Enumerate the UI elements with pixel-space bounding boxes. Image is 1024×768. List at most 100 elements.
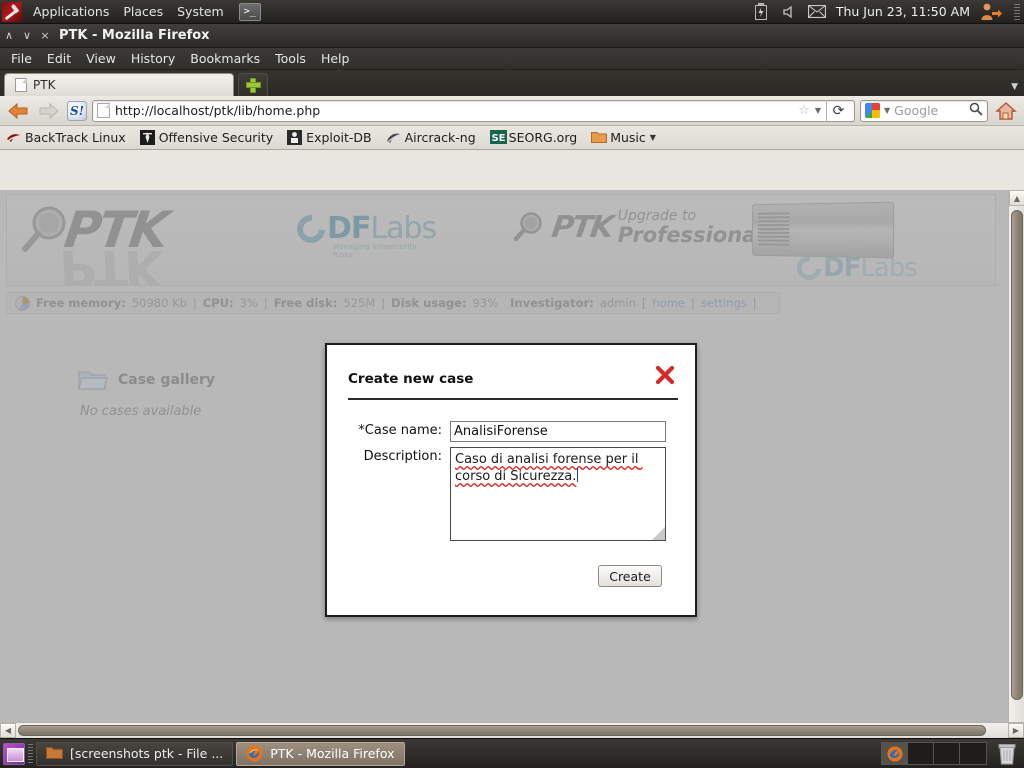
search-icon[interactable]: [969, 102, 983, 119]
search-input[interactable]: Google: [894, 103, 965, 118]
window-titlebar: ∧ ∨ × PTK - Mozilla Firefox: [0, 24, 1024, 48]
window-title: PTK - Mozilla Firefox: [59, 28, 210, 43]
backtrack-logo-icon[interactable]: [2, 1, 22, 22]
workspace-1[interactable]: [882, 743, 908, 764]
bookmark-label: Music: [610, 130, 646, 145]
bookmark-aircrack-ng[interactable]: Aircrack-ng: [386, 130, 476, 145]
google-icon[interactable]: [865, 103, 880, 118]
close-icon[interactable]: [655, 365, 675, 385]
case-name-input[interactable]: [450, 421, 666, 442]
task-button-file-manager[interactable]: [screenshots ptk - File ...: [36, 741, 234, 766]
screen: Applications Places System >_ Thu Jun 23…: [0, 0, 1024, 768]
bookmark-folder-music[interactable]: Music ▼: [591, 130, 656, 145]
url-dropdown-chevron-down-icon[interactable]: ▼: [815, 106, 821, 115]
bookmark-label: Exploit-DB: [306, 130, 372, 145]
menu-bar: File Edit View History Bookmarks Tools H…: [0, 48, 1024, 70]
create-button[interactable]: Create: [598, 565, 662, 587]
scroll-left-arrow-icon[interactable]: ◀: [0, 723, 16, 738]
horizontal-scrollbar[interactable]: ◀ ▶: [0, 722, 1024, 738]
bookmark-label: Offensive Security: [158, 130, 274, 145]
workspace-2[interactable]: [908, 743, 934, 764]
taskbar-grip[interactable]: [28, 743, 33, 764]
tab-label: PTK: [33, 78, 56, 92]
menu-help[interactable]: Help: [314, 49, 357, 68]
task-button-firefox[interactable]: PTK - Mozilla Firefox: [236, 741, 405, 766]
stumbleupon-icon[interactable]: S!: [67, 100, 87, 121]
menu-bookmarks[interactable]: Bookmarks: [183, 49, 267, 68]
window-maximize-button[interactable]: ∨: [18, 26, 36, 46]
volume-icon[interactable]: [780, 3, 798, 21]
navigation-toolbar: S! http://localhost/ptk/lib/home.php ☆ ▼…: [0, 96, 1024, 126]
menu-history[interactable]: History: [124, 49, 182, 68]
menu-places[interactable]: Places: [116, 1, 170, 23]
panel-tray: Thu Jun 23, 11:50 AM: [752, 3, 1024, 21]
resize-grip-handle[interactable]: [652, 527, 665, 540]
forward-arrow-icon[interactable]: [36, 99, 62, 123]
horizontal-scrollbar-thumb[interactable]: [18, 725, 986, 736]
bookmark-label: Aircrack-ng: [404, 130, 476, 145]
panel-grip[interactable]: [1014, 3, 1020, 20]
workspace-switcher[interactable]: [881, 742, 987, 765]
show-desktop-icon[interactable]: [3, 742, 25, 765]
dialog-title: Create new case: [348, 371, 474, 387]
task-label: PTK - Mozilla Firefox: [270, 746, 395, 761]
bookmark-backtrack-linux[interactable]: BackTrack Linux: [6, 130, 126, 145]
dialog-divider: [348, 398, 678, 400]
firefox-window: ∧ ∨ × PTK - Mozilla Firefox File Edit Vi…: [0, 24, 1024, 752]
tab-ptk[interactable]: PTK: [4, 73, 234, 96]
bookmark-label: BackTrack Linux: [25, 130, 126, 145]
bookmark-star-icon[interactable]: ☆: [798, 103, 810, 118]
menu-file[interactable]: File: [4, 49, 39, 68]
window-minimize-button[interactable]: ∧: [0, 26, 18, 46]
menu-tools[interactable]: Tools: [268, 49, 313, 68]
workspace-4[interactable]: [960, 743, 986, 764]
battery-icon[interactable]: [752, 3, 770, 21]
bookmark-label: SEORG.org: [508, 130, 578, 145]
menu-edit[interactable]: Edit: [40, 49, 78, 68]
firefox-icon: [246, 745, 263, 762]
description-row: Description: Caso di analisi forense per…: [348, 447, 666, 541]
bookmark-chevron-down-icon[interactable]: ▼: [650, 133, 656, 142]
tab-strip: PTK ▼: [0, 70, 1024, 96]
bookmark-seorg-org[interactable]: SE SEORG.org: [489, 130, 578, 145]
reload-icon[interactable]: ⟳: [826, 99, 850, 122]
bookmark-offensive-security[interactable]: Offensive Security: [139, 130, 274, 145]
clock[interactable]: Thu Jun 23, 11:50 AM: [836, 4, 970, 19]
scroll-up-arrow-icon[interactable]: ▲: [1009, 190, 1024, 206]
workspace-3[interactable]: [934, 743, 960, 764]
tab-list-chevron-down-icon[interactable]: ▼: [1011, 82, 1018, 92]
user-logout-icon[interactable]: [980, 3, 1002, 21]
scroll-right-arrow-icon[interactable]: ▶: [1008, 723, 1024, 738]
search-engine-chevron-down-icon[interactable]: ▼: [884, 106, 890, 115]
description-text: Caso di analisi forense per il corso di …: [455, 452, 643, 484]
page-icon: [15, 78, 27, 92]
terminal-launcher-icon[interactable]: >_: [238, 2, 261, 21]
backtrack-icon: [6, 130, 21, 145]
aircrack-icon: [386, 130, 401, 145]
home-icon[interactable]: [993, 99, 1019, 123]
case-name-label: *Case name:: [358, 423, 442, 438]
menu-applications[interactable]: Applications: [26, 1, 116, 23]
new-tab-button[interactable]: [238, 73, 268, 96]
bookmark-exploit-db[interactable]: Exploit-DB: [287, 130, 372, 145]
exploitdb-icon: [287, 130, 303, 145]
description-textarea[interactable]: Caso di analisi forense per il corso di …: [450, 447, 666, 541]
vertical-scrollbar-thumb[interactable]: [1011, 210, 1023, 700]
search-bar[interactable]: ▼ Google: [860, 99, 988, 122]
gnome-top-panel: Applications Places System >_ Thu Jun 23…: [0, 0, 1024, 24]
bookmarks-toolbar: BackTrack Linux Offensive Security Explo…: [0, 126, 1024, 150]
seorg-icon: SE: [489, 130, 507, 145]
window-close-button[interactable]: ×: [36, 26, 54, 46]
trash-icon[interactable]: [996, 742, 1018, 766]
vertical-scrollbar[interactable]: ▲ ▼: [1008, 190, 1024, 752]
offsec-icon: [139, 130, 155, 145]
mail-icon[interactable]: [807, 3, 826, 21]
back-arrow-icon[interactable]: [5, 99, 31, 123]
description-label: Description:: [363, 449, 442, 464]
menu-view[interactable]: View: [79, 49, 123, 68]
case-name-row: *Case name:: [348, 421, 666, 442]
url-text[interactable]: http://localhost/ptk/lib/home.php: [115, 103, 793, 118]
menu-system[interactable]: System: [170, 1, 231, 23]
url-bar[interactable]: http://localhost/ptk/lib/home.php ☆ ▼ ⟳: [92, 99, 855, 122]
plus-icon: [246, 78, 261, 93]
